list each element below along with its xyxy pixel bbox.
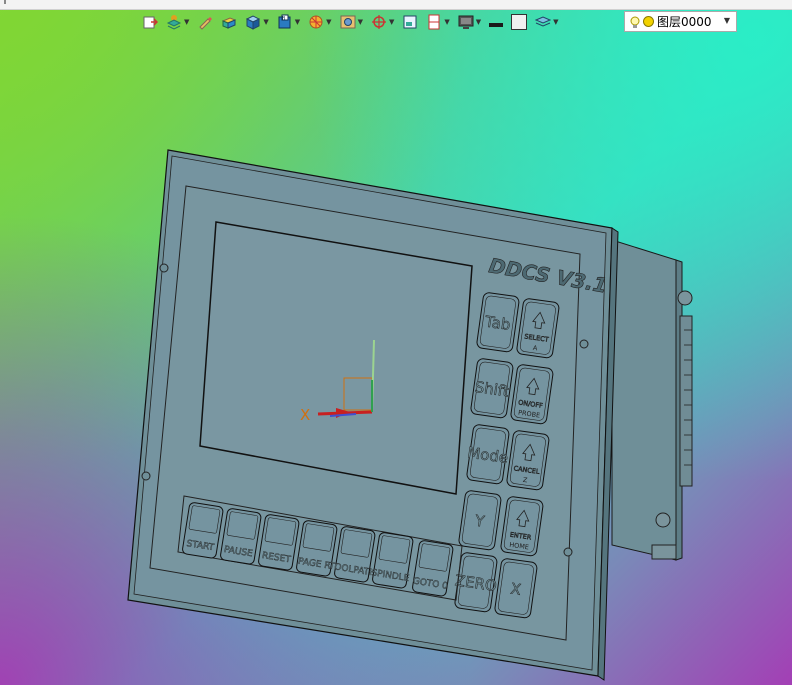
- cnc-controller-model: X DDCS V3.1 TabSELECTAShiftON/OFFPROBEMo…: [127, 149, 693, 681]
- side-key: SELECTA: [516, 298, 560, 359]
- rear-housing: [611, 239, 693, 561]
- lcd-screen: [199, 221, 473, 495]
- side-key: ENTERHOME: [500, 496, 544, 557]
- axis-x-label: X: [300, 406, 310, 424]
- side-key: CANCELZ: [506, 430, 550, 491]
- side-key: X: [494, 558, 538, 619]
- side-key-label: Tab: [483, 312, 512, 333]
- side-key: Y: [458, 490, 502, 551]
- side-key: ON/OFFPROBE: [510, 364, 554, 425]
- side-key: Tab: [476, 292, 520, 353]
- side-key: Shift: [470, 358, 514, 419]
